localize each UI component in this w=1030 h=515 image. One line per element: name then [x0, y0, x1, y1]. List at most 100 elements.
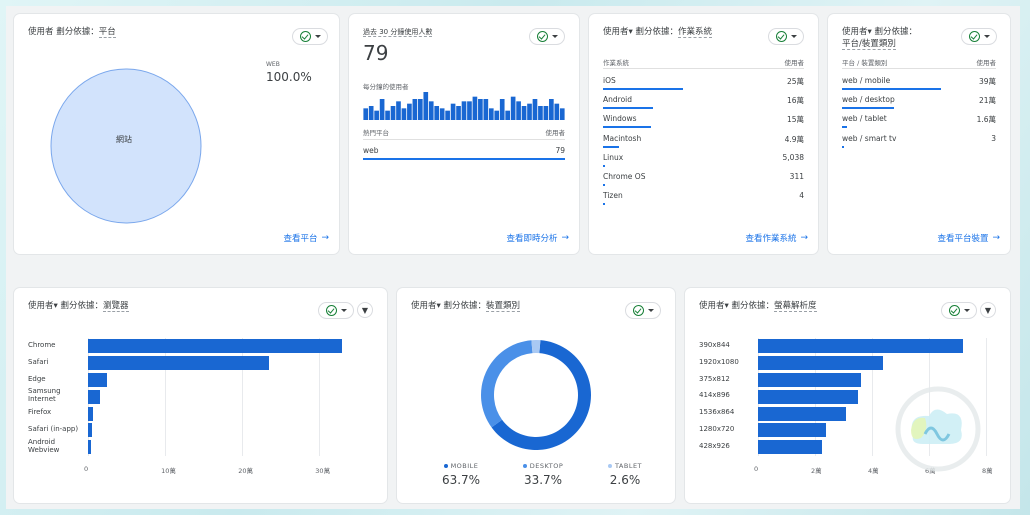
minute-bar[interactable] — [549, 99, 554, 120]
filter-icon[interactable]: ▼ — [357, 302, 373, 318]
dimension-selector[interactable]: 作業系統 — [677, 27, 712, 38]
row-value: 25萬 — [786, 77, 804, 86]
bar[interactable] — [758, 373, 861, 387]
minute-bar[interactable] — [374, 110, 379, 120]
filter-icon[interactable]: ▼ — [980, 302, 996, 318]
minute-bar[interactable] — [412, 99, 418, 120]
bar[interactable] — [88, 356, 270, 371]
realtime-value: 79 — [363, 41, 389, 65]
minute-bar[interactable] — [428, 101, 434, 120]
minute-bar[interactable] — [510, 96, 516, 120]
minute-bar[interactable] — [417, 99, 423, 120]
minute-bar[interactable] — [538, 106, 543, 120]
bar[interactable] — [758, 440, 823, 455]
row-label: web / desktop — [842, 95, 895, 105]
metric-selector[interactable]: 使用者▾ 劃分依據： — [699, 301, 774, 311]
compare-button[interactable] — [768, 28, 804, 45]
pie-slice-web[interactable] — [50, 68, 202, 224]
minute-bar[interactable] — [368, 106, 374, 120]
x-tick-label: 0 — [84, 465, 89, 473]
bar[interactable] — [88, 339, 343, 354]
minute-bar[interactable] — [494, 110, 500, 120]
row-value: 5,038 — [782, 152, 804, 162]
link-label: 查看即時分析 — [506, 234, 558, 244]
minute-bar[interactable] — [554, 103, 560, 120]
row-bar — [842, 88, 941, 90]
compare-button[interactable] — [961, 28, 997, 45]
bar[interactable] — [88, 389, 100, 404]
bar[interactable] — [758, 423, 827, 438]
bar[interactable] — [88, 423, 92, 438]
donut-slice-desktop[interactable] — [481, 340, 533, 428]
minute-bar[interactable] — [472, 96, 478, 120]
minute-bar[interactable] — [396, 101, 401, 120]
x-tick-label: 8萬 — [982, 467, 993, 475]
category-label: Safari — [28, 357, 49, 366]
view-platform-link[interactable]: 查看平台 → — [283, 232, 329, 244]
bar[interactable] — [758, 356, 884, 371]
minute-bar[interactable] — [363, 108, 369, 120]
minute-bar[interactable] — [456, 106, 461, 120]
minute-bar[interactable] — [543, 106, 549, 120]
link-label: 查看作業系統 — [745, 234, 797, 244]
dimension-selector[interactable]: 平台/裝置類別 — [842, 39, 896, 50]
card-title: 使用者▾ 劃分依據：作業系統 — [603, 26, 712, 38]
compare-button[interactable] — [625, 302, 661, 319]
minute-bar[interactable] — [401, 108, 407, 120]
bar[interactable] — [88, 406, 94, 421]
view-os-link[interactable]: 查看作業系統 → — [745, 232, 808, 244]
minute-bar[interactable] — [423, 92, 429, 120]
minute-bar[interactable] — [483, 99, 489, 120]
bar[interactable] — [88, 440, 92, 455]
minute-bar[interactable] — [521, 106, 527, 120]
minute-bar[interactable] — [445, 110, 450, 120]
minute-bar[interactable] — [478, 99, 483, 120]
row-label: Android — [603, 95, 632, 105]
category-label: 428x926 — [699, 441, 730, 450]
compare-button[interactable] — [941, 302, 977, 319]
minute-bar[interactable] — [390, 106, 396, 120]
minute-bar[interactable] — [516, 101, 521, 120]
chevron-down-icon — [340, 309, 347, 312]
minute-bar[interactable] — [407, 103, 412, 120]
dimension-selector[interactable]: 螢幕解析度 — [773, 301, 817, 312]
dimension-selector[interactable]: 平台 — [98, 27, 116, 38]
row-value: 15萬 — [786, 115, 804, 125]
minute-bar[interactable] — [434, 106, 440, 120]
minute-bar[interactable] — [559, 108, 565, 120]
compare-button[interactable] — [529, 28, 565, 45]
minute-bar[interactable] — [505, 110, 511, 120]
category-label: Android Webview — [28, 437, 60, 454]
minute-bar[interactable] — [499, 99, 505, 120]
view-realtime-link[interactable]: 查看即時分析 → — [506, 232, 569, 244]
x-tick-label: 0 — [754, 465, 759, 473]
bar[interactable] — [758, 339, 964, 354]
metric-selector[interactable]: 使用者▾ 劃分依據： — [842, 27, 917, 37]
minute-bar[interactable] — [379, 99, 385, 120]
minute-bar[interactable] — [385, 110, 390, 120]
row-label: web / smart tv — [842, 133, 897, 143]
compare-button[interactable] — [292, 28, 328, 45]
donut-slice-tablet[interactable] — [531, 340, 541, 354]
legend-dot-icon — [443, 464, 448, 468]
bar[interactable] — [758, 406, 847, 421]
metric-selector[interactable]: 使用者▾ 劃分依據： — [603, 27, 678, 37]
minute-bar[interactable] — [450, 103, 456, 120]
legend-item: DESKTOP 33.7% — [517, 462, 569, 487]
dimension-selector[interactable]: 裝置類別 — [485, 301, 520, 312]
col-header-users: 使用者 — [784, 59, 805, 67]
minute-bar[interactable] — [532, 99, 538, 120]
bar[interactable] — [758, 389, 858, 404]
minute-bar[interactable] — [467, 101, 472, 120]
minute-bar[interactable] — [439, 108, 445, 120]
check-circle-icon — [775, 31, 787, 42]
metric-selector[interactable]: 使用者▾ 劃分依據： — [28, 301, 103, 311]
bar[interactable] — [88, 373, 107, 387]
minute-bar[interactable] — [461, 101, 467, 120]
dimension-selector[interactable]: 瀏覽器 — [102, 301, 129, 312]
metric-selector[interactable]: 使用者▾ 劃分依據： — [411, 301, 486, 311]
view-device-link[interactable]: 查看平台裝置 → — [937, 232, 1000, 244]
minute-bar[interactable] — [488, 108, 494, 120]
compare-button[interactable] — [318, 302, 354, 319]
minute-bar[interactable] — [527, 103, 532, 120]
